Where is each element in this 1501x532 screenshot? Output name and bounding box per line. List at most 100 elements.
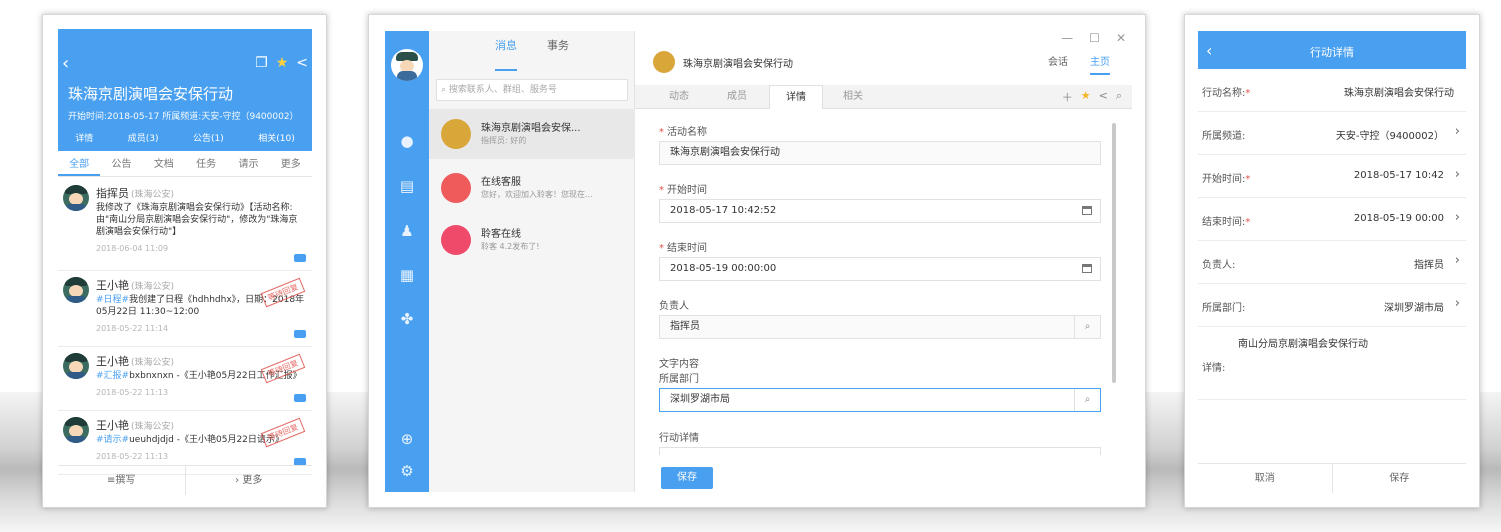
- tab-conversation[interactable]: 会话: [1048, 53, 1068, 75]
- detail-field[interactable]: [659, 447, 1101, 455]
- feed-tag[interactable]: #请示#: [96, 435, 129, 445]
- bell-icon: [441, 225, 471, 255]
- required-mark: *: [659, 127, 664, 138]
- feed-item[interactable]: 王小艳 (珠海公安) #日程#我创建了日程《hdhhdhx》，日期：2018年05…: [58, 271, 312, 347]
- close-icon[interactable]: ✕: [1116, 31, 1126, 45]
- tab-messages[interactable]: 消息: [495, 31, 517, 71]
- detail-row-end-time[interactable]: 结束时间:* 2018-05-19 00:00 ›: [1198, 198, 1466, 241]
- end-time-field[interactable]: 2018-05-19 00:00:00: [659, 257, 1101, 281]
- minimize-icon[interactable]: —: [1061, 31, 1073, 45]
- cancel-button[interactable]: 取消: [1198, 464, 1332, 493]
- gear-icon[interactable]: ⚙: [397, 461, 417, 481]
- conversation-tabs: 消息 事务: [429, 31, 635, 71]
- chevron-left-icon[interactable]: ‹: [62, 53, 69, 74]
- group-badge-icon: [441, 119, 471, 149]
- comment-icon[interactable]: [294, 394, 306, 402]
- tab-related[interactable]: 相关(10): [258, 131, 294, 144]
- required-mark: *: [1245, 88, 1251, 99]
- author-name: 王小艳: [96, 279, 129, 292]
- detail-row-name[interactable]: 行动名称:* 珠海京剧演唱会安保行动: [1198, 69, 1466, 112]
- conversation-item[interactable]: 珠海京剧演唱会安保... 指挥员: 好的: [429, 109, 635, 159]
- name-label-text: 活动名称: [667, 127, 707, 138]
- map-icon[interactable]: ▦: [397, 265, 417, 285]
- compose-button[interactable]: ≡撰写: [58, 466, 185, 495]
- start-time-label: * 开始时间: [659, 181, 707, 196]
- row-label: 所属部门:: [1202, 303, 1246, 314]
- conversation-preview: 您好，欢迎加入聆客！您现在...: [481, 190, 593, 199]
- author-org: (珠海公安): [131, 358, 175, 368]
- scrollbar[interactable]: [1112, 123, 1116, 383]
- add-icon[interactable]: ⊕: [397, 429, 417, 449]
- category-more[interactable]: 更多: [270, 153, 312, 176]
- desktop-app-window: ● ▤ ♟ ▦ ✤ ⊕ ⚙ 消息 事务 ⌕ 搜索联系人、群组、服务号 珠海京剧演…: [368, 14, 1146, 508]
- chat-icon[interactable]: ●: [397, 131, 417, 151]
- share-icon[interactable]: <: [296, 55, 308, 71]
- comment-icon[interactable]: [294, 330, 306, 338]
- detail-label: 行动详情: [659, 433, 699, 444]
- category-all[interactable]: 全部: [58, 153, 101, 176]
- search-input[interactable]: ⌕ 搜索联系人、群组、服务号: [436, 79, 628, 101]
- comment-icon[interactable]: [294, 254, 306, 262]
- tab-members[interactable]: 成员(3): [128, 131, 159, 144]
- department-label: 所属部门: [659, 374, 699, 385]
- department-field[interactable]: 深圳罗湖市局 ⌕: [659, 388, 1101, 412]
- conversation-item[interactable]: 聆客在线 聆客 4.2发布了!: [429, 215, 635, 265]
- category-tasks[interactable]: 任务: [185, 153, 227, 176]
- category-docs[interactable]: 文档: [143, 153, 185, 176]
- name-field[interactable]: 珠海京剧演唱会安保行动: [659, 141, 1101, 165]
- tab-details[interactable]: 详情: [769, 85, 823, 109]
- apps-icon[interactable]: ✤: [397, 309, 417, 329]
- feed-item[interactable]: 指挥员 (珠海公安) 我修改了《珠海京剧演唱会安保行动》【活动名称:由"南山分局京…: [58, 179, 312, 271]
- category-notice[interactable]: 公告: [100, 153, 142, 176]
- calendar-icon[interactable]: [1082, 264, 1092, 273]
- tab-home[interactable]: 主页: [1090, 53, 1110, 75]
- tab-dynamics[interactable]: 动态: [659, 85, 699, 109]
- owner-field[interactable]: 指挥员 ⌕: [659, 315, 1101, 339]
- main-panel: — ☐ ✕ 珠海京剧演唱会安保行动 会话 主页 动态 成员 详情 相关 ＋ ★ …: [635, 31, 1132, 492]
- tab-details[interactable]: 详情: [75, 131, 93, 144]
- search-icon[interactable]: ⌕: [1074, 389, 1100, 411]
- chevron-right-icon: ›: [1454, 296, 1460, 311]
- plus-icon[interactable]: ＋: [1062, 89, 1073, 105]
- detail-row-department[interactable]: 所属部门: 深圳罗湖市局 ›: [1198, 284, 1466, 327]
- feed-tag[interactable]: #汇报#: [96, 371, 129, 381]
- maximize-icon[interactable]: ☐: [1089, 31, 1100, 45]
- end-label-text: 结束时间: [667, 243, 707, 254]
- row-value: 2018-05-19 00:00: [1353, 213, 1444, 224]
- tab-members[interactable]: 成员: [715, 85, 759, 109]
- left-rail: ● ▤ ♟ ▦ ✤ ⊕ ⚙: [385, 31, 429, 492]
- detail-row-start-time[interactable]: 开始时间:* 2018-05-17 10:42 ›: [1198, 155, 1466, 198]
- row-value: 指挥员: [1414, 260, 1444, 271]
- feed-tag[interactable]: #日程#: [96, 295, 129, 305]
- avatar: [63, 417, 89, 443]
- search-icon: ⌕: [441, 85, 449, 95]
- search-icon[interactable]: ⌕: [1074, 316, 1100, 338]
- feed-item[interactable]: 王小艳 (珠海公安) #汇报#bxbnxnxn -《王小艳05月22日工作汇报》 …: [58, 347, 312, 411]
- save-button[interactable]: 保存: [1331, 464, 1467, 493]
- detail-row-owner[interactable]: 负责人: 指挥员 ›: [1198, 241, 1466, 284]
- share-icon[interactable]: <: [1099, 89, 1108, 105]
- tab-notices[interactable]: 公告(1): [193, 131, 224, 144]
- calendar-icon[interactable]: [1082, 206, 1092, 215]
- search-icon[interactable]: ⌕: [1116, 89, 1122, 105]
- conversation-item[interactable]: 在线客服 您好，欢迎加入聆客！您现在...: [429, 163, 635, 213]
- star-icon[interactable]: ★: [276, 55, 289, 71]
- user-avatar[interactable]: [391, 49, 423, 81]
- copy-icon[interactable]: ❐: [255, 55, 268, 71]
- author-org: (珠海公安): [131, 190, 175, 200]
- more-button[interactable]: › 更多: [184, 466, 313, 495]
- row-value: 天安-守控（9400002）: [1335, 131, 1444, 142]
- author-name: 指挥员: [96, 187, 129, 200]
- star-icon[interactable]: ★: [1081, 89, 1091, 105]
- calendar-icon[interactable]: ▤: [397, 176, 417, 196]
- save-button[interactable]: 保存: [661, 467, 713, 489]
- detail-value[interactable]: 南山分局京剧演唱会安保行动: [1238, 335, 1368, 350]
- feed-author: 指挥员 (珠海公安): [96, 185, 306, 201]
- category-requests[interactable]: 请示: [227, 153, 269, 176]
- tab-affairs[interactable]: 事务: [547, 31, 569, 71]
- content-label: 文字内容: [659, 359, 699, 370]
- start-time-field[interactable]: 2018-05-17 10:42:52: [659, 199, 1101, 223]
- detail-row-channel[interactable]: 所属频道: 天安-守控（9400002） ›: [1198, 112, 1466, 155]
- contacts-icon[interactable]: ♟: [397, 221, 417, 241]
- tab-related[interactable]: 相关: [833, 85, 873, 109]
